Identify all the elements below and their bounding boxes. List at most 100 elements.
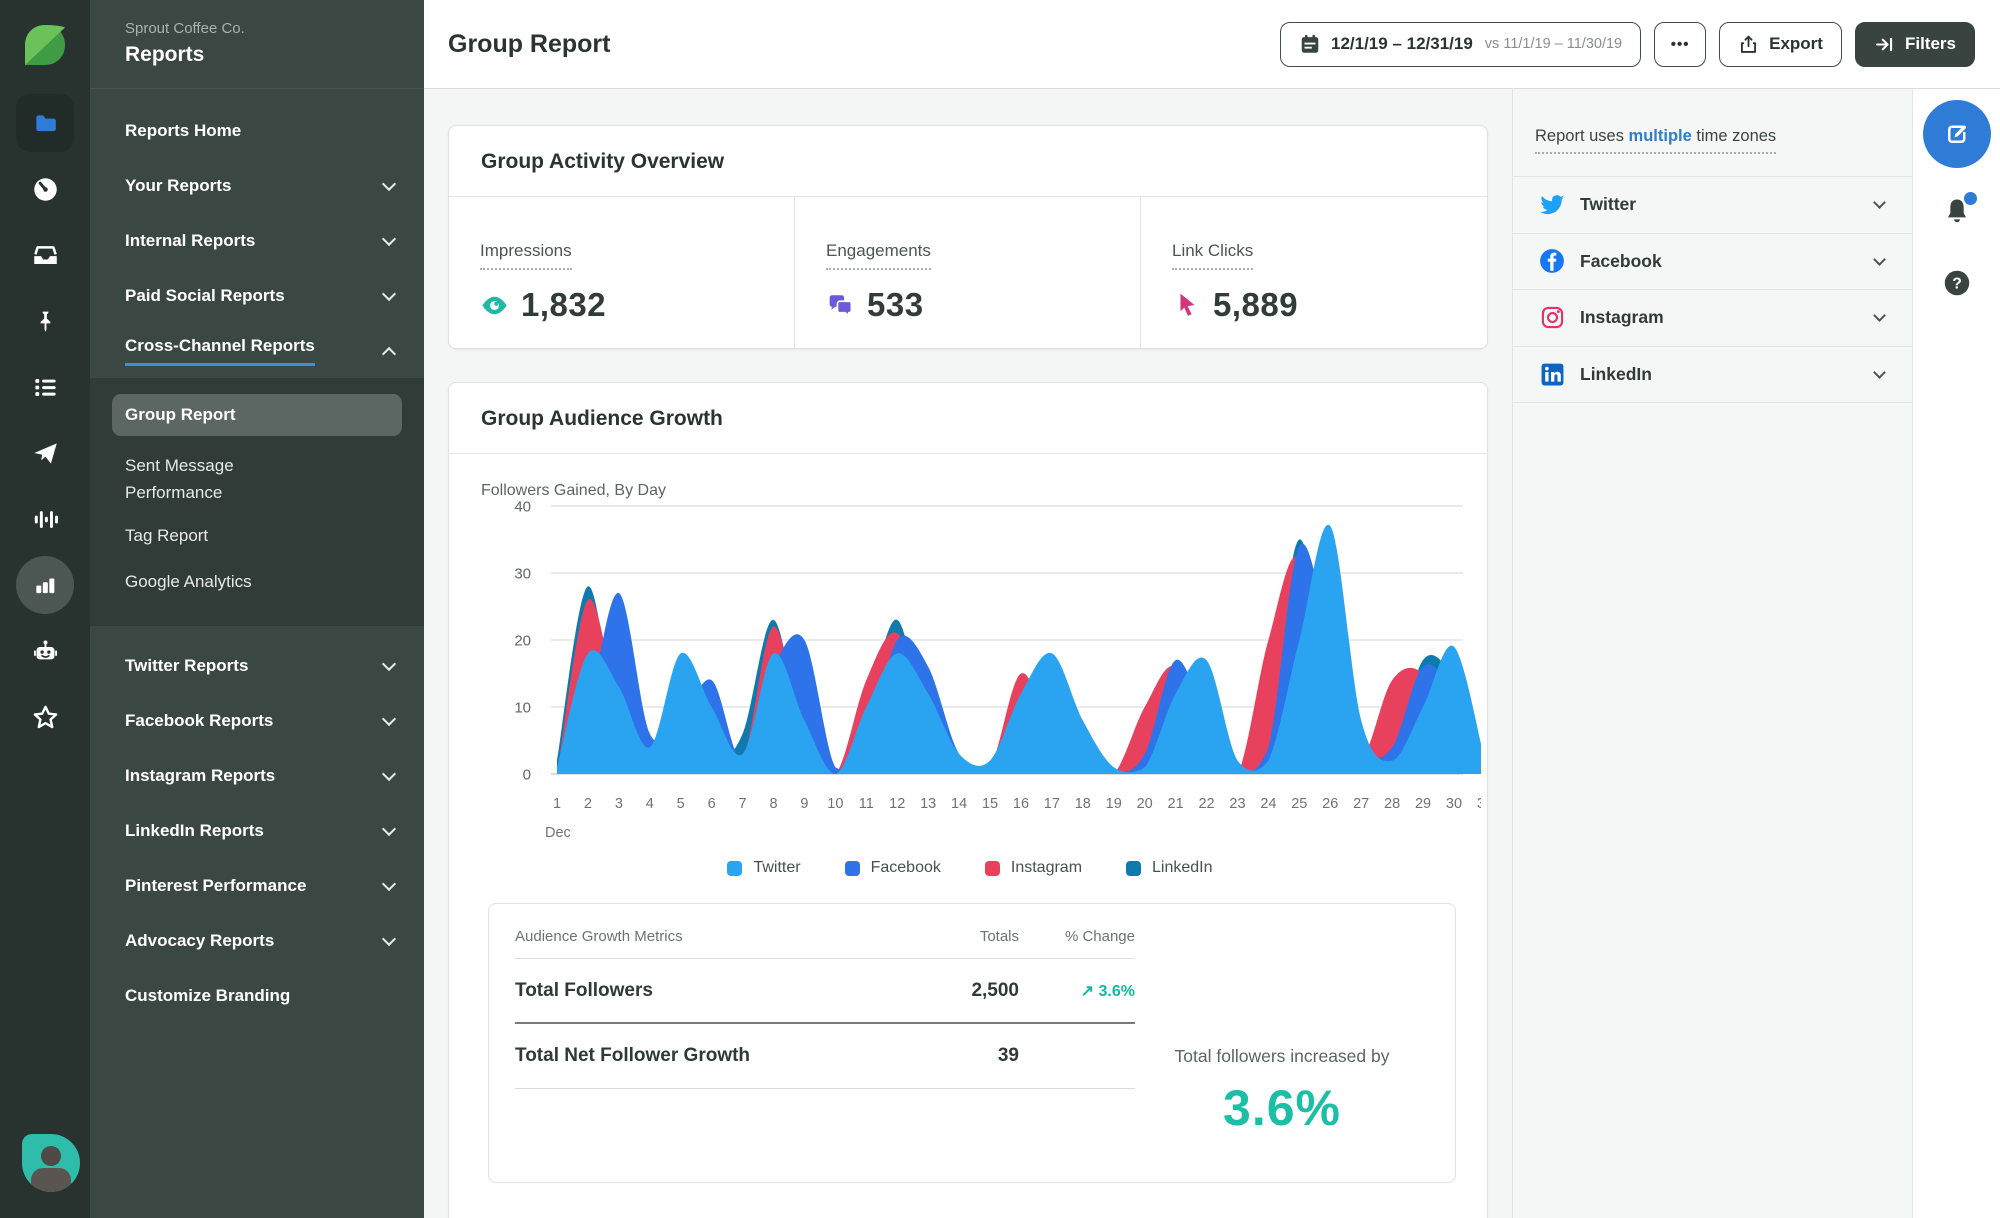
cross-channel-submenu: Group Report Sent Message Performance Ta…: [90, 378, 424, 627]
reports-analytics-rail-button[interactable]: [0, 552, 90, 618]
svg-text:30: 30: [1446, 796, 1462, 812]
network-row-linkedin[interactable]: LinkedIn: [1513, 347, 1912, 403]
chevron-down-icon: [381, 231, 397, 246]
icon-rail: [0, 0, 90, 1218]
report-content[interactable]: Group Activity Overview Impressions 1,83…: [424, 89, 1512, 1218]
sidebar-item-twitter-reports[interactable]: Twitter Reports: [90, 638, 424, 693]
svg-text:12: 12: [889, 796, 905, 812]
sidebar-item-customize-branding[interactable]: Customize Branding: [90, 968, 424, 1023]
sidebar-item-advocacy-reports[interactable]: Advocacy Reports: [90, 913, 424, 968]
svg-text:27: 27: [1353, 796, 1369, 812]
more-options-button[interactable]: •••: [1654, 21, 1707, 67]
sidebar-item-sent-message-performance[interactable]: Sent Message Performance: [90, 446, 424, 512]
paper-plane-icon: [33, 442, 57, 464]
svg-text:25: 25: [1291, 796, 1307, 812]
svg-text:8: 8: [769, 796, 777, 812]
company-name: Sprout Coffee Co.: [125, 20, 245, 37]
link-clicks-stat: Link Clicks 5,889: [1141, 197, 1487, 348]
network-row-twitter[interactable]: Twitter: [1513, 177, 1912, 234]
cursor-icon: [1180, 293, 1195, 316]
svg-text:16: 16: [1013, 796, 1029, 812]
compose-pencil-icon: [1947, 125, 1966, 143]
callout-value: 3.6%: [1223, 1080, 1341, 1136]
sidebar-nav: Reports Home Your Reports Internal Repor…: [90, 89, 424, 378]
timezone-link[interactable]: multiple: [1629, 127, 1692, 145]
chevron-down-icon: [381, 711, 397, 726]
sidebar-item-tag-report[interactable]: Tag Report: [90, 512, 424, 558]
bot-icon: [33, 639, 57, 659]
linkedin-legend-swatch: [1126, 860, 1142, 876]
reports-sidebar: Sprout Coffee Co. Reports Reports Home Y…: [90, 0, 424, 1218]
engagements-stat: Engagements 533: [795, 197, 1141, 348]
followers-gained-area-chart[interactable]: 0102030401 2 3 4 5 6 7 8 9 10 11 12 13 14 15 16 17 18 19 20…: [481, 499, 1493, 848]
sidebar-item-internal-reports[interactable]: Internal Reports: [90, 213, 424, 268]
svg-text:?: ?: [1952, 276, 1962, 293]
sidebar-item-facebook-reports[interactable]: Facebook Reports: [90, 693, 424, 748]
sidebar-item-linkedin-reports[interactable]: LinkedIn Reports: [90, 803, 424, 858]
sidebar-item-instagram-reports[interactable]: Instagram Reports: [90, 748, 424, 803]
notification-badge: [1963, 192, 1977, 205]
automation-rail-button[interactable]: [0, 618, 90, 684]
gauge-icon: [33, 177, 57, 201]
chevron-down-icon: [381, 876, 397, 891]
chevron-down-icon: [381, 766, 397, 781]
queue-rail-button[interactable]: [0, 354, 90, 420]
sidebar-item-cross-channel-reports[interactable]: Cross-Channel Reports: [90, 323, 424, 378]
network-row-instagram[interactable]: Instagram: [1513, 290, 1912, 347]
svg-text:31: 31: [1477, 796, 1481, 812]
legend-item-instagram[interactable]: Instagram: [984, 859, 1082, 877]
compose-button[interactable]: [1922, 100, 1991, 168]
dashboard-rail-button[interactable]: [0, 156, 90, 222]
change-badge: ↗ 3.6%: [1080, 982, 1135, 1000]
export-label: Export: [1769, 34, 1823, 53]
inbox-rail-button[interactable]: [0, 222, 90, 288]
reports-rail-button[interactable]: [0, 90, 90, 156]
sidebar-item-pinterest-performance[interactable]: Pinterest Performance: [90, 858, 424, 913]
chart-subtitle: Followers Gained, By Day: [481, 482, 666, 499]
svg-text:7: 7: [739, 796, 747, 812]
filters-button[interactable]: Filters: [1854, 21, 1975, 67]
sidebar-item-paid-social-reports[interactable]: Paid Social Reports: [90, 268, 424, 323]
legend-item-twitter[interactable]: Twitter: [727, 859, 801, 877]
compare-range-label: vs 11/1/19 – 11/30/19: [1484, 36, 1623, 52]
svg-text:40: 40: [514, 500, 531, 516]
help-button[interactable]: ?: [1943, 269, 1971, 302]
svg-text:18: 18: [1075, 796, 1091, 812]
listening-rail-button[interactable]: [0, 486, 90, 552]
network-row-facebook[interactable]: Facebook: [1513, 234, 1912, 290]
facebook-legend-swatch: [844, 860, 860, 876]
svg-text:20: 20: [1137, 796, 1153, 812]
legend-item-facebook[interactable]: Facebook: [844, 859, 941, 877]
sidebar-item-google-analytics[interactable]: Google Analytics: [90, 558, 424, 604]
sidebar-item-reports-home[interactable]: Reports Home: [90, 103, 424, 158]
metrics-table-header: Audience Growth Metrics Totals % Change: [515, 928, 1135, 959]
folder-icon: [16, 94, 74, 152]
chart-legend: Twitter Facebook Instagram LinkedIn: [481, 859, 1459, 877]
svg-text:22: 22: [1198, 796, 1214, 812]
chevron-down-icon: [1873, 196, 1886, 210]
svg-text:5: 5: [677, 796, 685, 812]
favorites-rail-button[interactable]: [0, 684, 90, 750]
sidebar-item-your-reports[interactable]: Your Reports: [90, 158, 424, 213]
export-button[interactable]: Export: [1719, 21, 1842, 67]
svg-text:3: 3: [615, 796, 623, 812]
chevron-down-icon: [381, 821, 397, 836]
chevron-down-icon: [1873, 309, 1886, 323]
date-range-button[interactable]: 12/1/19 – 12/31/19 vs 11/1/19 – 11/30/19: [1280, 21, 1642, 67]
publishing-rail-button[interactable]: [0, 420, 90, 486]
impressions-label[interactable]: Impressions: [480, 241, 572, 270]
notifications-button[interactable]: [1941, 192, 1977, 233]
svg-text:10: 10: [514, 700, 531, 717]
timezone-note[interactable]: Report uses multiple time zones: [1535, 127, 1777, 154]
user-avatar[interactable]: [22, 1134, 80, 1192]
sidebar-item-group-report[interactable]: Group Report: [112, 394, 402, 436]
growth-card-title: Group Audience Growth: [481, 407, 723, 430]
engagements-label[interactable]: Engagements: [826, 241, 931, 270]
pin-rail-button[interactable]: [0, 288, 90, 354]
table-row-net-follower-growth: Total Net Follower Growth 39: [515, 1024, 1135, 1089]
listening-waveform-icon: [34, 510, 58, 528]
svg-text:11: 11: [859, 796, 874, 812]
link-clicks-label[interactable]: Link Clicks: [1172, 241, 1254, 270]
legend-item-linkedin[interactable]: LinkedIn: [1126, 859, 1213, 877]
sprout-logo[interactable]: [0, 0, 90, 90]
